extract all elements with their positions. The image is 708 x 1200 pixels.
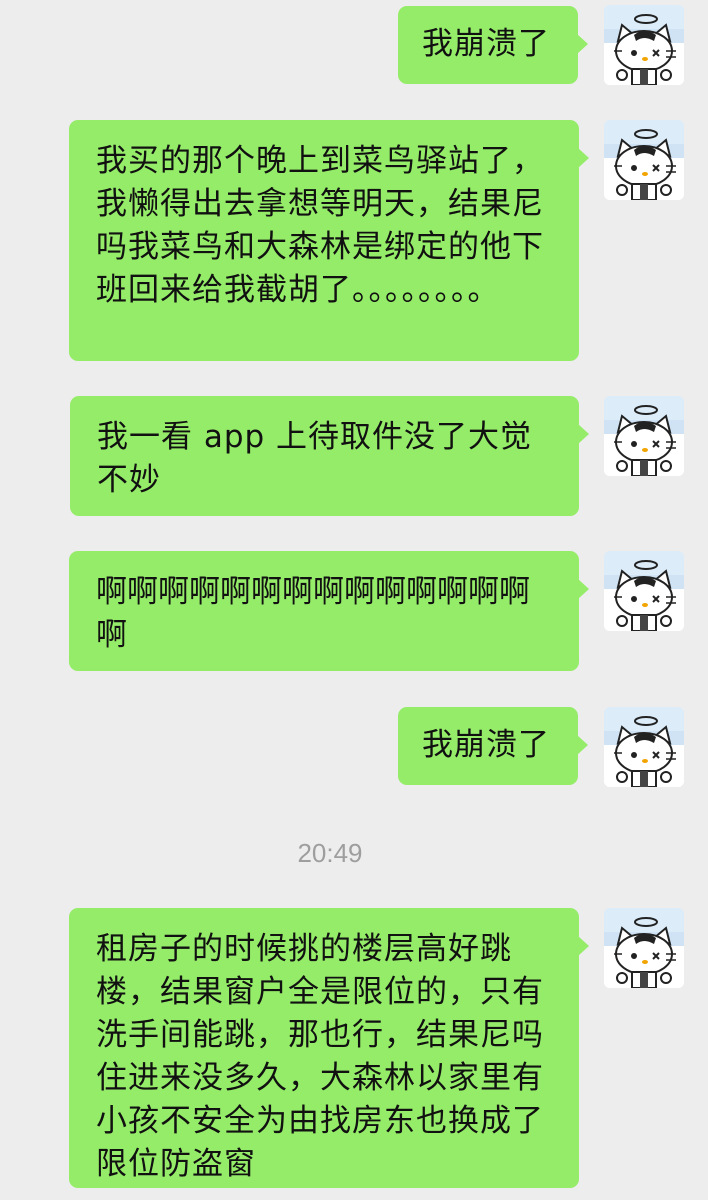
- message-bubble[interactable]: 我买的那个晚上到菜鸟驿站了，我懒得出去拿想等明天，结果尼吗我菜鸟和大森林是绑定的…: [69, 120, 589, 361]
- message-bubble[interactable]: 我崩溃了: [398, 6, 588, 84]
- message-text: 租房子的时候挑的楼层高好跳楼，结果窗户全是限位的，只有洗手间能跳，那也行，结果尼…: [96, 931, 544, 1182]
- cat-avatar-icon[interactable]: [604, 396, 684, 476]
- cat-avatar-icon[interactable]: [604, 120, 684, 200]
- message-text: 啊啊啊啊啊啊啊啊啊啊啊啊啊啊啊: [96, 574, 530, 653]
- chat-window: 我崩溃了 我买的那个晚上到菜鸟驿站了，我懒得出去拿想等明天，结果尼吗我菜鸟和大森…: [0, 0, 708, 1200]
- cat-avatar-icon[interactable]: [604, 707, 684, 787]
- message-text: 我崩溃了: [422, 727, 550, 763]
- cat-avatar-icon[interactable]: [604, 908, 684, 988]
- message-text: 我崩溃了: [422, 26, 550, 62]
- message-bubble[interactable]: 我崩溃了: [398, 707, 588, 785]
- message-bubble[interactable]: 我一看 app 上待取件没了大觉不妙: [70, 396, 589, 516]
- message-bubble[interactable]: 啊啊啊啊啊啊啊啊啊啊啊啊啊啊啊: [69, 551, 589, 671]
- cat-avatar-icon[interactable]: [604, 5, 684, 85]
- message-text: 我买的那个晚上到菜鸟驿站了，我懒得出去拿想等明天，结果尼吗我菜鸟和大森林是绑定的…: [96, 143, 544, 308]
- message-bubble[interactable]: 租房子的时候挑的楼层高好跳楼，结果窗户全是限位的，只有洗手间能跳，那也行，结果尼…: [69, 908, 589, 1188]
- timestamp: 20:49: [297, 838, 363, 868]
- cat-avatar-icon[interactable]: [604, 551, 684, 631]
- message-text: 我一看 app 上待取件没了大觉不妙: [97, 419, 533, 498]
